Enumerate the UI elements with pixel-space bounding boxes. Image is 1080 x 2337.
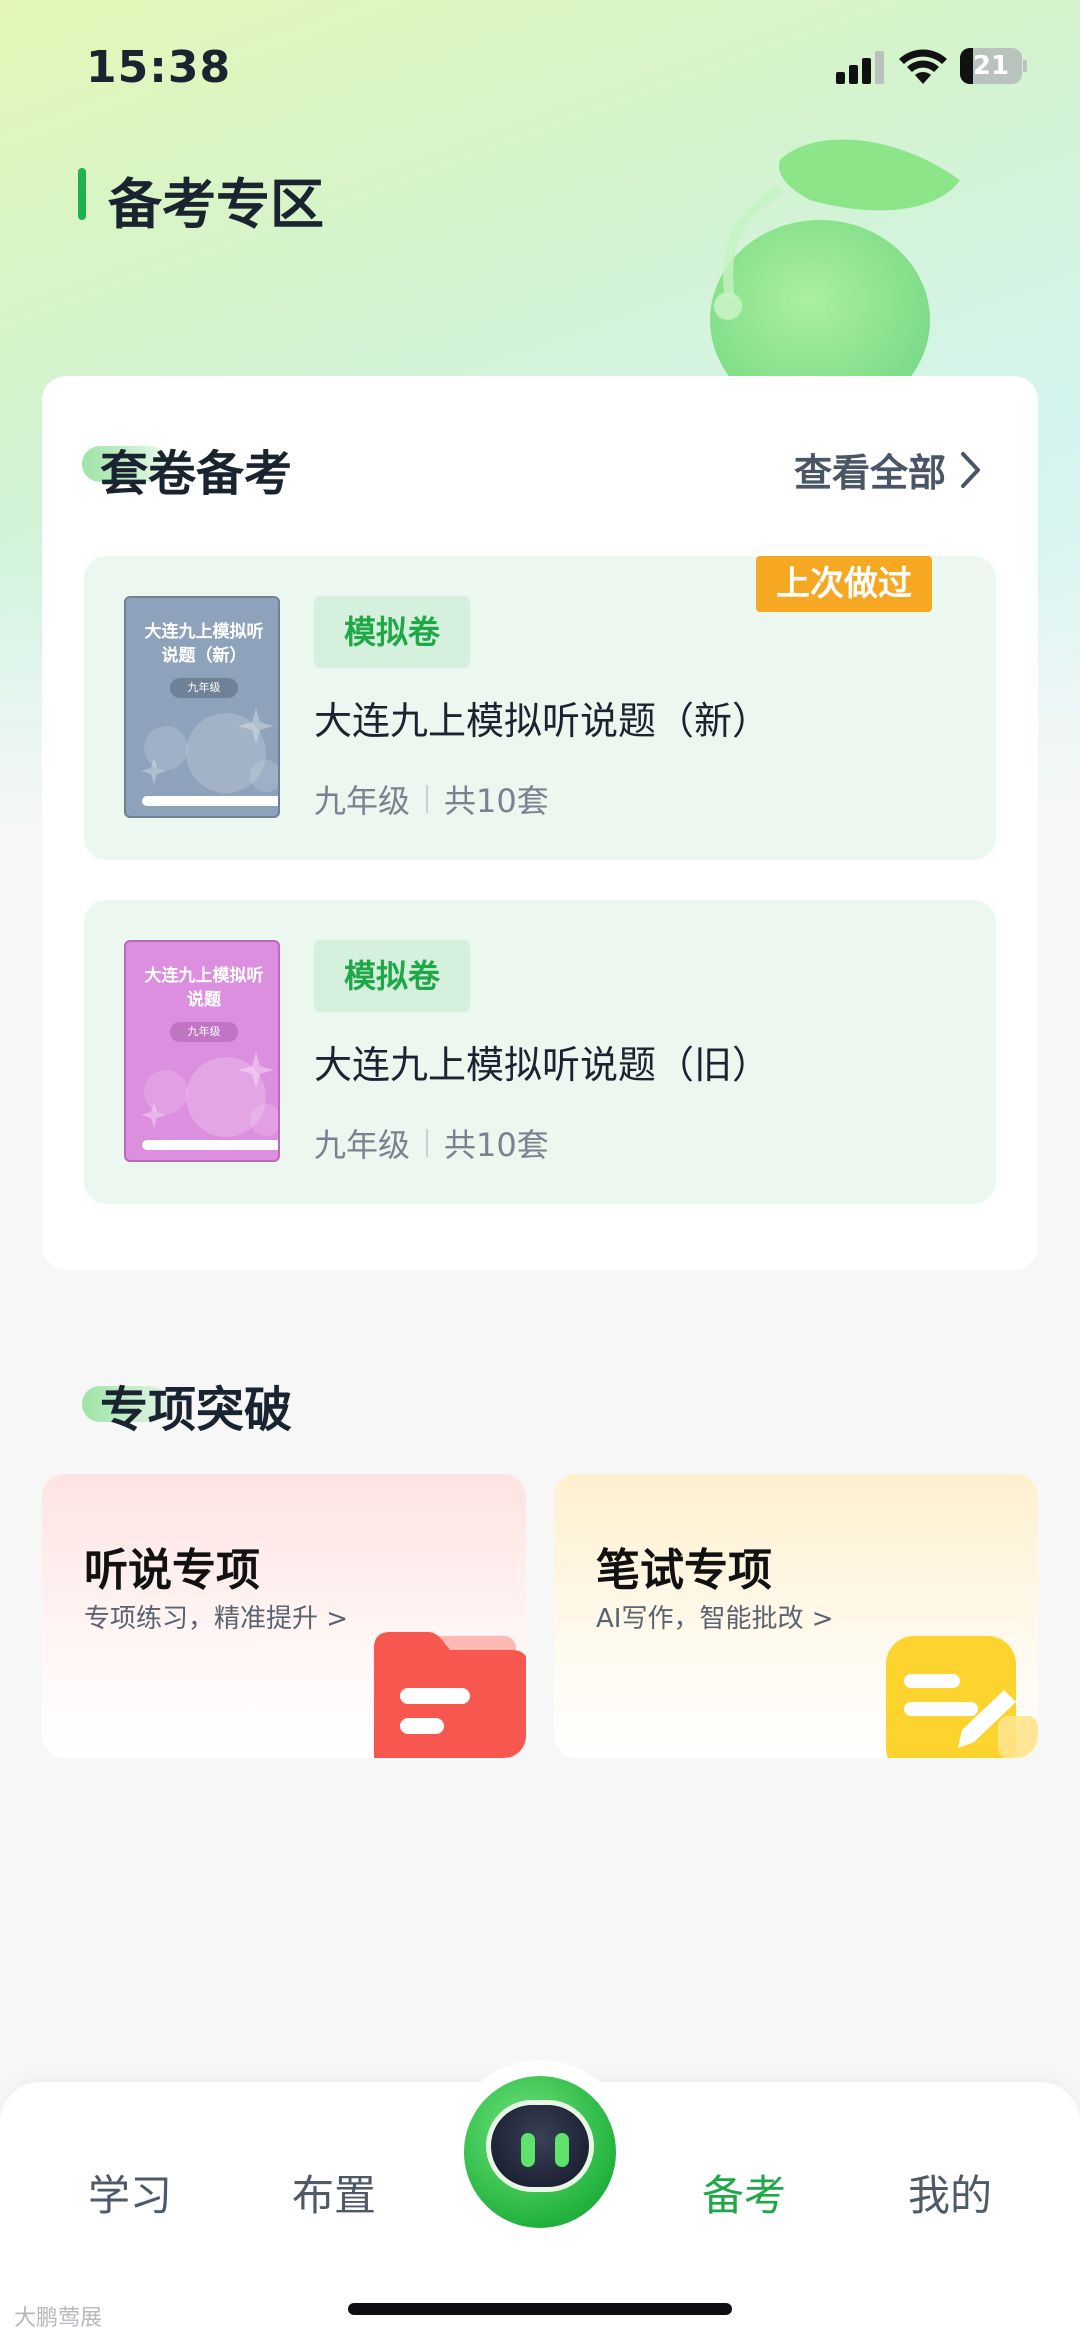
status-bar: 15:38 21 <box>0 0 1080 130</box>
feature-subtitle: 专项练习，精准提升 > <box>84 1604 349 1634</box>
battery-icon: 21 <box>960 48 1027 84</box>
paper-section-card: 套卷备考 查看全部 大连九上模拟听说题（新） 九年级 模拟卷 大连九上模拟听说题… <box>42 376 1038 1270</box>
note-pencil-icon <box>886 1636 1038 1758</box>
cover-title: 大连九上模拟听说题 <box>144 966 264 1010</box>
view-all-link[interactable]: 查看全部 <box>794 442 982 497</box>
home-indicator[interactable] <box>348 2303 732 2315</box>
title-accent-bar <box>78 168 86 220</box>
ai-assistant-button[interactable] <box>448 2060 632 2244</box>
paper-meta: 九年级 共10套 <box>314 1120 549 1166</box>
feature-title: 笔试专项 <box>596 1545 772 1596</box>
watermark: 大鹏莺展 <box>14 2306 103 2331</box>
nav-tab-study[interactable]: 学习 <box>60 2162 200 2223</box>
paper-item[interactable]: 大连九上模拟听说题（新） 九年级 模拟卷 大连九上模拟听说题（新） 九年级 共1… <box>84 556 996 860</box>
paper-tag: 模拟卷 <box>314 596 470 668</box>
cover-title: 大连九上模拟听说题（新） <box>144 622 264 666</box>
cover-grade: 九年级 <box>170 678 238 698</box>
writing-card[interactable]: 笔试专项 AI写作，智能批改 > <box>554 1474 1038 1758</box>
paper-item[interactable]: 大连九上模拟听说题 九年级 模拟卷 大连九上模拟听说题（旧） 九年级 共10套 <box>84 900 996 1204</box>
section-title-papers: 套卷备考 <box>100 446 293 502</box>
wifi-icon <box>899 49 947 84</box>
folder-icon <box>374 1632 526 1758</box>
view-all-label: 查看全部 <box>793 451 946 495</box>
paper-title: 大连九上模拟听说题（旧） <box>314 1043 771 1087</box>
section-title-special: 专项突破 <box>100 1382 293 1438</box>
paper-tag: 模拟卷 <box>314 940 470 1012</box>
nav-tab-exam-prep[interactable]: 备考 <box>674 2162 814 2223</box>
cellular-signal-icon <box>836 50 886 84</box>
paper-meta: 九年级 共10套 <box>314 776 549 822</box>
battery-level: 21 <box>972 51 1010 81</box>
paper-count: 共10套 <box>444 1126 549 1164</box>
cover-grade: 九年级 <box>170 1022 238 1042</box>
last-done-badge: 上次做过 <box>756 556 932 612</box>
feature-title: 听说专项 <box>84 1545 260 1596</box>
bottom-navigation: 学习 布置 备考 我的 <box>0 2060 1080 2337</box>
chevron-right-icon <box>961 451 980 488</box>
paper-count: 共10套 <box>444 782 549 820</box>
nav-tab-assign[interactable]: 布置 <box>264 2162 404 2223</box>
robot-icon <box>464 2076 616 2228</box>
status-time: 15:38 <box>86 42 232 93</box>
feature-subtitle: AI写作，智能批改 > <box>596 1604 834 1634</box>
nav-tab-mine[interactable]: 我的 <box>880 2162 1020 2223</box>
cover-bar <box>142 1140 278 1150</box>
cover-bar <box>142 796 278 806</box>
listening-speaking-card[interactable]: 听说专项 专项练习，精准提升 > <box>42 1474 526 1758</box>
page-title: 备考专区 <box>108 173 324 236</box>
lucky-bag-illustration-icon <box>710 139 960 400</box>
paper-grade: 九年级 <box>314 1126 411 1164</box>
paper-title: 大连九上模拟听说题（新） <box>314 699 771 743</box>
paper-cover-image: 大连九上模拟听说题（新） 九年级 <box>124 596 280 818</box>
paper-cover-image: 大连九上模拟听说题 九年级 <box>124 940 280 1162</box>
paper-grade: 九年级 <box>314 782 411 820</box>
